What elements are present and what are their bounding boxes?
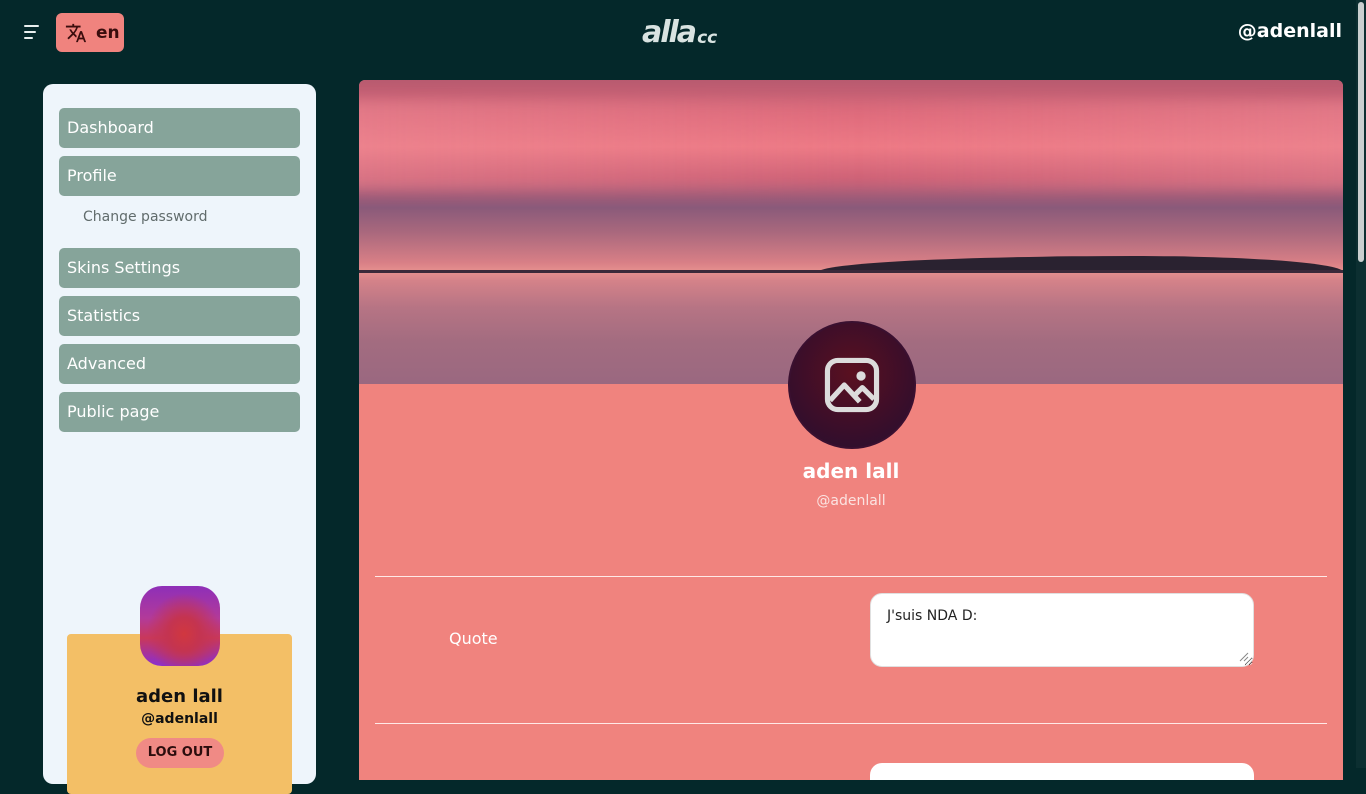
next-field-input[interactable]	[870, 763, 1254, 780]
menu-icon[interactable]	[20, 20, 44, 44]
divider	[375, 723, 1327, 724]
translate-icon	[65, 23, 87, 42]
profile-handle: @adenlall	[816, 493, 886, 509]
profile-name: aden lall	[802, 459, 900, 483]
quote-label: Quote	[449, 629, 498, 648]
sidebar-item-skins-settings[interactable]: Skins Settings	[59, 248, 300, 288]
quote-input[interactable]: J'suis NDA D:	[870, 593, 1254, 667]
resize-handle-icon[interactable]	[1239, 652, 1249, 662]
sidebar-item-change-password[interactable]: Change password	[83, 209, 208, 225]
language-button[interactable]: en	[56, 13, 124, 52]
top-bar: en alla cc @adenlall	[0, 0, 1366, 64]
sidebar: Dashboard Profile Change password Skins …	[43, 84, 316, 794]
logo-suffix: cc	[697, 28, 718, 48]
scrollbar-thumb[interactable]	[1358, 2, 1364, 262]
profile-panel: aden lall @adenlall Quote J'suis NDA D:	[359, 80, 1343, 780]
logo[interactable]: alla cc	[642, 15, 717, 49]
divider	[375, 576, 1327, 577]
sidebar-item-profile[interactable]: Profile	[59, 156, 300, 196]
logo-main: alla	[642, 15, 697, 50]
card-user-name: aden lall	[136, 686, 223, 707]
language-label: en	[96, 22, 120, 43]
image-placeholder-icon	[824, 357, 880, 413]
card-user-handle: @adenlall	[141, 711, 218, 727]
profile-avatar[interactable]	[788, 321, 916, 449]
page-scrollbar[interactable]	[1356, 0, 1366, 768]
sidebar-item-advanced[interactable]: Advanced	[59, 344, 300, 384]
logout-button[interactable]: LOG OUT	[136, 738, 224, 768]
sidebar-item-public-page[interactable]: Public page	[59, 392, 300, 432]
sidebar-item-statistics[interactable]: Statistics	[59, 296, 300, 336]
header-user-handle[interactable]: @adenlall	[1238, 20, 1342, 42]
avatar	[140, 586, 220, 666]
sidebar-item-dashboard[interactable]: Dashboard	[59, 108, 300, 148]
